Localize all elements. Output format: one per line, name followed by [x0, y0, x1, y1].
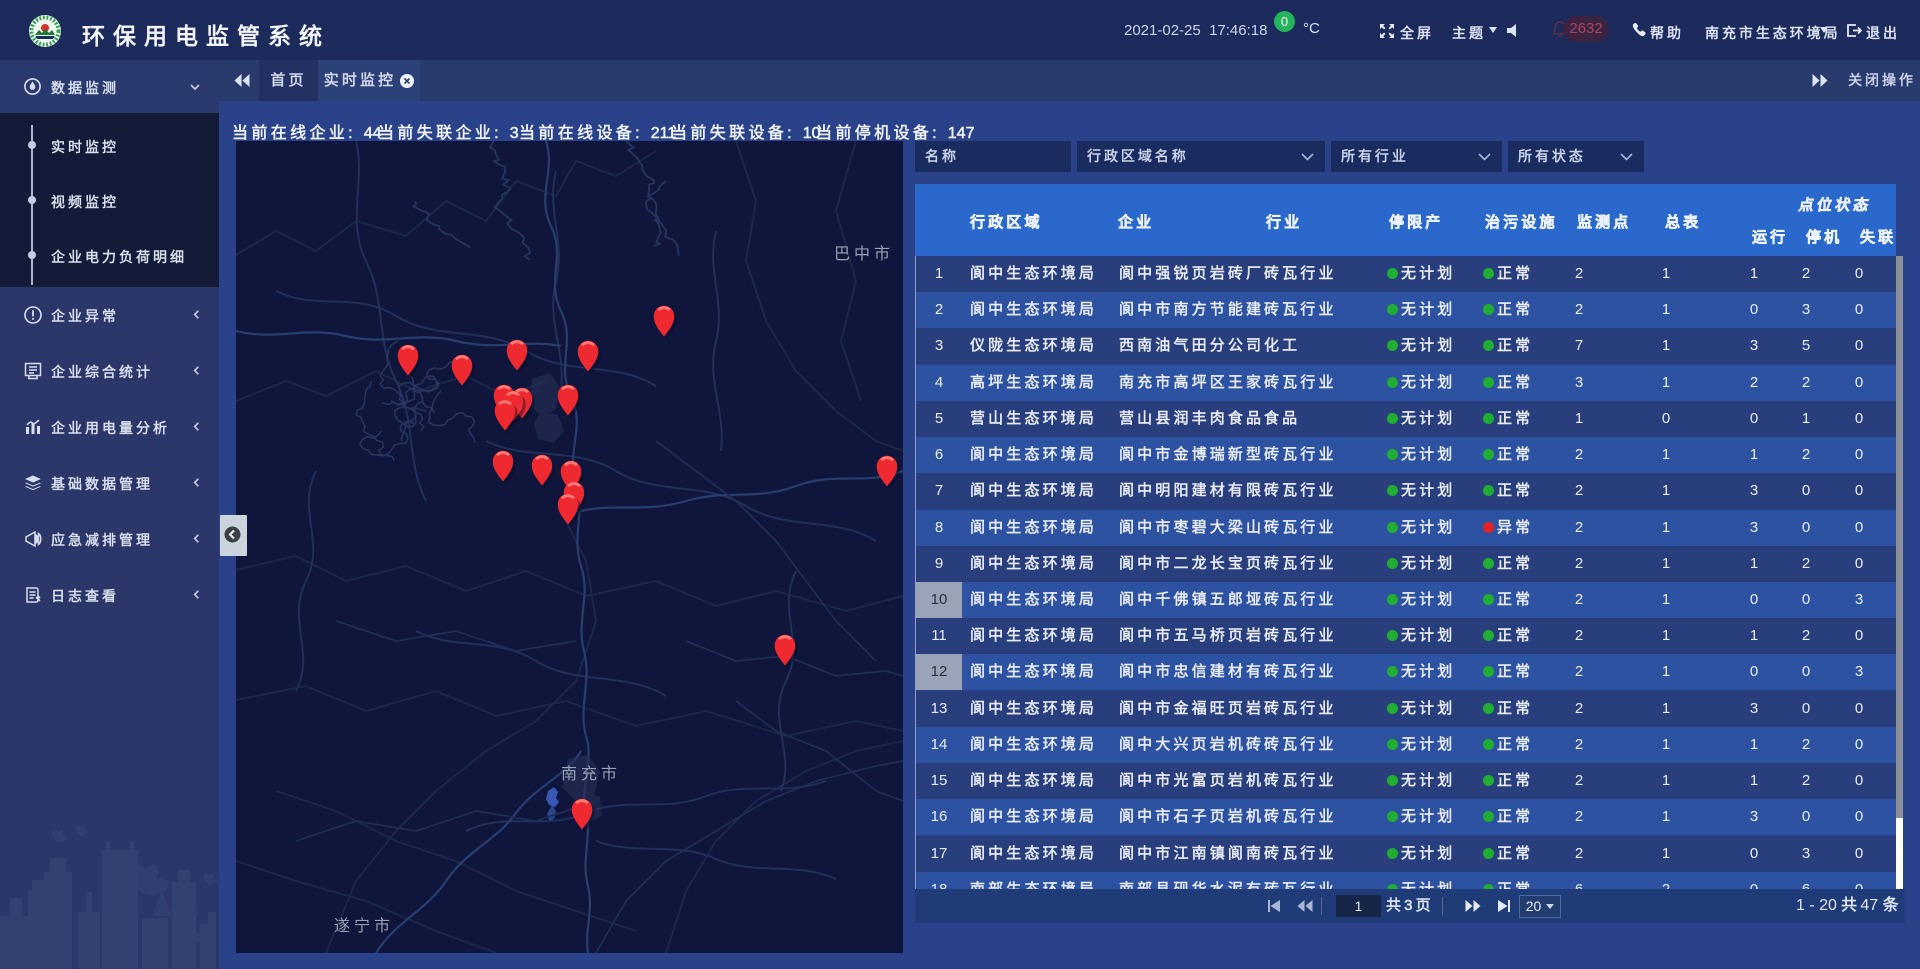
svg-text:遂宁市: 遂宁市 — [334, 917, 394, 935]
svg-text:南充市: 南充市 — [561, 765, 621, 783]
svg-text:巴中市: 巴中市 — [834, 245, 894, 263]
